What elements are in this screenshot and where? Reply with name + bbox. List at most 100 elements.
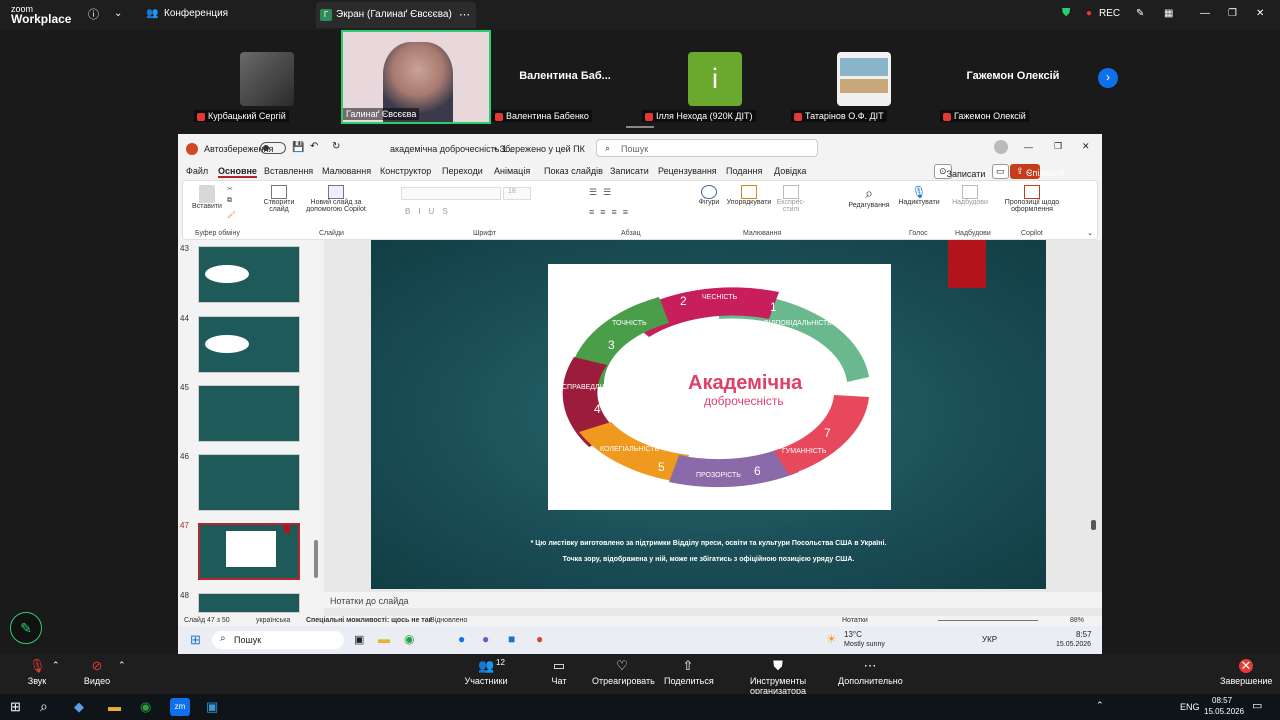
share-button[interactable]: ⇪ Спільний доступ ⌄ bbox=[1010, 164, 1064, 188]
search-box[interactable]: ⌕ Пошук bbox=[596, 139, 818, 157]
restore-icon[interactable]: ❐ bbox=[1054, 141, 1062, 152]
slide-thumbnail[interactable] bbox=[198, 246, 300, 303]
slide-thumbnail-selected[interactable] bbox=[198, 523, 300, 580]
slide-thumbnail[interactable] bbox=[198, 385, 300, 442]
arrange-button[interactable]: Упорядкувати bbox=[725, 185, 773, 206]
accessibility-status[interactable]: Спеціальні можливості: щось не так bbox=[306, 617, 432, 624]
align-icons[interactable]: ≡≡≡≡ bbox=[589, 207, 634, 217]
list-icons[interactable]: ☰☰ bbox=[589, 187, 617, 198]
tab-review[interactable]: Рецензування bbox=[658, 166, 717, 176]
dictate-button[interactable]: 🎙 Надиктувати bbox=[895, 185, 943, 206]
tab-insert[interactable]: Вставлення bbox=[264, 166, 313, 176]
participant-tile[interactable]: Курбацький Сергій bbox=[192, 30, 342, 124]
slide-scrollbar[interactable] bbox=[1091, 520, 1096, 530]
zoom-slider[interactable] bbox=[938, 620, 1038, 621]
keyboard-language[interactable]: ENG bbox=[1180, 702, 1200, 712]
windows-start-icon[interactable]: ⊞ bbox=[10, 699, 21, 715]
screen-share-tab[interactable]: Г Экран (Галинаґ Євсєєва) ⋯ bbox=[316, 2, 476, 28]
participant-tile[interactable]: Гажемон Олексій Гажемон Олексій bbox=[938, 30, 1088, 124]
tab-design[interactable]: Конструктор bbox=[380, 166, 431, 176]
tab-transitions[interactable]: Переходи bbox=[442, 166, 483, 176]
participant-tile-active[interactable]: Галинаґ Євсєєва bbox=[341, 30, 491, 124]
addins-button[interactable]: Надбудови bbox=[949, 185, 991, 206]
info-icon[interactable]: ⓘ bbox=[88, 6, 99, 22]
viber-icon[interactable]: ● bbox=[482, 632, 489, 646]
chrome-icon[interactable]: ◉ bbox=[140, 699, 151, 715]
participant-tile[interactable]: Татарінов О.Ф. ДІТ bbox=[789, 30, 939, 124]
tab-record[interactable]: Записати bbox=[610, 166, 649, 176]
host-tools-button[interactable]: ⛊ Инструменты организатора bbox=[724, 659, 832, 697]
collapse-ribbon-icon[interactable]: ⌄ bbox=[1087, 229, 1093, 237]
shapes-button[interactable]: Фігури bbox=[695, 185, 723, 206]
thumbnails-scrollbar[interactable] bbox=[314, 540, 318, 578]
tab-slideshow[interactable]: Показ слайдів bbox=[544, 166, 603, 176]
tab-animations[interactable]: Анімація bbox=[494, 166, 530, 176]
conference-label[interactable]: Конференция bbox=[164, 8, 228, 19]
notes-pane[interactable]: Нотатки до слайда bbox=[324, 592, 1102, 608]
minimize-icon[interactable]: — bbox=[1200, 8, 1210, 19]
zoom-app-icon[interactable]: zm bbox=[170, 698, 190, 716]
video-button[interactable]: ⊘ Видео bbox=[80, 659, 114, 687]
task-view-icon[interactable]: ▣ bbox=[354, 633, 364, 646]
pen-icon[interactable]: ✎ bbox=[1136, 8, 1144, 19]
powerpoint-icon[interactable]: ● bbox=[536, 632, 543, 646]
tab-file[interactable]: Файл bbox=[186, 166, 208, 176]
folder-icon[interactable]: ▬ bbox=[108, 699, 121, 714]
restore-icon[interactable]: ❐ bbox=[1228, 8, 1237, 19]
undo-icon[interactable]: ↶ bbox=[310, 141, 318, 152]
saved-status[interactable]: • Збережено у цей ПК bbox=[494, 144, 585, 154]
quick-styles-button[interactable]: Експрес-стилі bbox=[775, 185, 807, 213]
tab-view[interactable]: Подання bbox=[726, 166, 762, 176]
new-slide-button[interactable]: Створити слайд bbox=[259, 185, 299, 213]
participant-tile[interactable]: Валентина Баб... Валентина Бабенко bbox=[490, 30, 640, 124]
notes-toggle[interactable]: Нотатки bbox=[842, 617, 868, 624]
record-button[interactable]: ⊙ Записати bbox=[934, 164, 985, 179]
app-icon[interactable]: ■ bbox=[508, 632, 515, 646]
format-painter-icon[interactable]: 🖌 bbox=[227, 211, 236, 219]
font-size-input[interactable]: 18 bbox=[503, 187, 531, 200]
slide-thumbnail[interactable] bbox=[198, 593, 300, 613]
folder-icon[interactable]: ▬ bbox=[378, 632, 390, 646]
editing-button[interactable]: ⌕ Редагування bbox=[845, 185, 893, 209]
chat-button[interactable]: ▭ Чат bbox=[546, 659, 572, 687]
comments-icon[interactable]: ▭ bbox=[992, 164, 1009, 179]
font-format-icons[interactable]: BIUS bbox=[405, 207, 456, 216]
redo-icon[interactable]: ↻ bbox=[332, 141, 340, 152]
copilot-icon[interactable]: ◆ bbox=[74, 699, 84, 715]
keyboard-language[interactable]: УКР bbox=[982, 635, 997, 644]
layout-icon[interactable]: ▦ bbox=[1164, 8, 1173, 19]
current-slide[interactable]: Академічна доброчесність 1 ВІДПОВІДАЛЬНІ… bbox=[371, 240, 1046, 589]
chrome-icon[interactable]: ◉ bbox=[404, 632, 414, 646]
account-avatar[interactable] bbox=[994, 140, 1008, 154]
font-name-input[interactable] bbox=[401, 187, 501, 200]
audio-options-chevron[interactable]: ⌃ bbox=[52, 660, 60, 671]
cut-icon[interactable]: ✂ bbox=[227, 185, 233, 193]
next-page-icon[interactable]: › bbox=[1098, 68, 1118, 88]
paste-button[interactable]: Вставити bbox=[189, 185, 225, 210]
app-icon[interactable]: ▣ bbox=[206, 699, 218, 715]
annotate-pen-icon[interactable]: ✎ bbox=[10, 612, 42, 644]
minimize-icon[interactable]: — bbox=[1024, 142, 1033, 152]
more-button[interactable]: ⋯ Дополнительно bbox=[838, 659, 903, 687]
slide-thumbnail[interactable] bbox=[198, 454, 300, 511]
slide-thumbnail[interactable] bbox=[198, 316, 300, 373]
notifications-icon[interactable]: ▭ bbox=[1252, 699, 1262, 712]
chevron-down-icon[interactable]: ⌄ bbox=[114, 8, 122, 19]
windows-start-icon[interactable]: ⊞ bbox=[190, 632, 201, 648]
copy-icon[interactable]: ⧉ bbox=[227, 197, 232, 205]
close-icon[interactable]: ✕ bbox=[1256, 8, 1264, 19]
tab-home[interactable]: Основне bbox=[218, 166, 257, 178]
search-icon[interactable]: ⌕ bbox=[40, 698, 48, 715]
designer-button[interactable]: Пропозиції щодо оформлення bbox=[1001, 185, 1063, 213]
zoom-app-icon[interactable]: ● bbox=[458, 632, 465, 646]
more-options-icon[interactable]: ⋯ bbox=[459, 8, 470, 21]
taskbar-search[interactable]: ⌕ Пошук bbox=[212, 631, 344, 649]
tab-draw[interactable]: Малювання bbox=[322, 166, 371, 176]
audio-button[interactable]: 🎙 Звук bbox=[22, 659, 52, 687]
share-screen-button[interactable]: ⇧ Поделиться bbox=[664, 659, 714, 687]
copilot-slide-button[interactable]: Новий слайд за допомогою Copilot bbox=[301, 185, 371, 213]
video-options-chevron[interactable]: ⌃ bbox=[118, 660, 126, 671]
rec-label[interactable]: REC bbox=[1099, 8, 1120, 19]
drag-handle[interactable] bbox=[626, 126, 654, 128]
save-icon[interactable]: 💾 bbox=[292, 142, 304, 153]
